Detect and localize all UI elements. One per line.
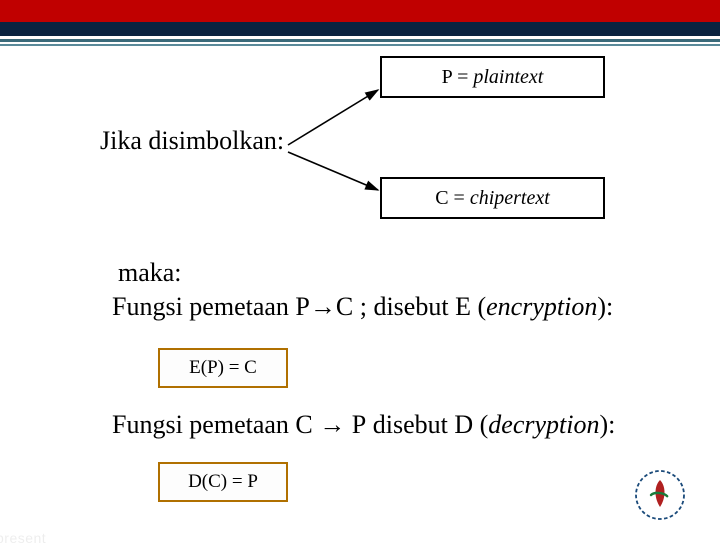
sym-p: P: [442, 66, 452, 88]
ciphertext-label: C = chipertext: [435, 187, 550, 210]
decryption-formula-box: D(C) = P: [158, 462, 288, 502]
encryption-formula-box: E(P) = C: [158, 348, 288, 388]
header-bar-red: [0, 0, 720, 22]
ciphertext-box: C = chipertext: [380, 177, 605, 219]
watermark-text: present: [0, 530, 46, 546]
encryption-line: Fungsi pemetaan P→C ; disebut E (encrypt…: [112, 292, 613, 322]
university-logo-icon: [630, 465, 690, 525]
encryption-formula: E(P) = C: [189, 357, 257, 379]
decryption-formula: D(C) = P: [188, 471, 258, 493]
text-maka: maka:: [118, 258, 182, 288]
plaintext-label: P = plaintext: [442, 66, 544, 89]
diagram-arrows: [0, 0, 720, 540]
decryption-line: Fungsi pemetaan C → P disebut D (decrypt…: [112, 410, 615, 440]
text-jika: Jika disimbolkan:: [100, 126, 284, 156]
sym-c: C: [435, 187, 448, 209]
header-line-2: [0, 44, 720, 46]
header-bar-dark: [0, 22, 720, 36]
header-line-1: [0, 39, 720, 42]
plaintext-box: P = plaintext: [380, 56, 605, 98]
